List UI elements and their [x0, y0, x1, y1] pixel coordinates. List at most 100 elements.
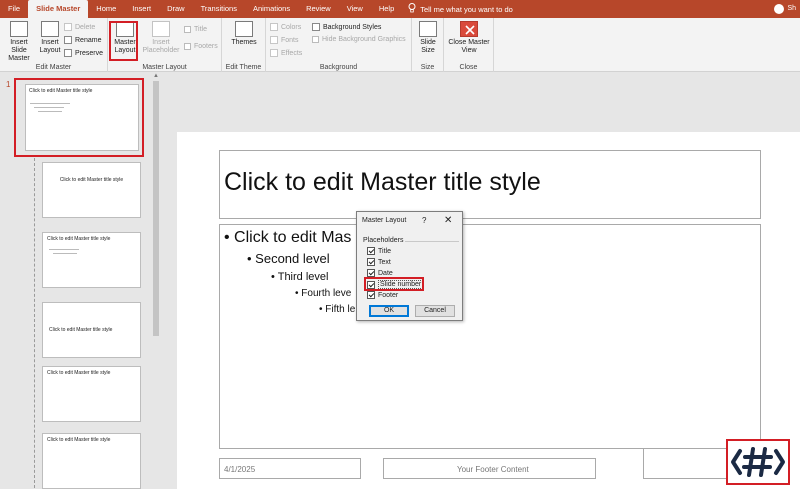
bullet-level-2: • Second level	[247, 251, 330, 266]
thumbnail-text-line	[34, 107, 64, 108]
close-master-view-button[interactable]: Close Master View	[448, 21, 490, 55]
group-label-close: Close	[459, 64, 478, 71]
tab-insert[interactable]: Insert	[124, 0, 159, 18]
tab-slide-master[interactable]: Slide Master	[28, 0, 89, 18]
insert-placeholder-button[interactable]: Insert Placeholder	[142, 21, 180, 55]
master-slide-thumbnail[interactable]: Click to edit Master title style	[25, 84, 139, 151]
themes-button[interactable]: Themes	[228, 21, 260, 47]
bullet-level-3: • Third level	[271, 271, 329, 283]
bullet-level-5: • Fifth le	[319, 304, 356, 315]
layout-connector-line	[34, 158, 35, 488]
tab-draw[interactable]: Draw	[159, 0, 193, 18]
rename-icon	[64, 36, 72, 44]
delete-button[interactable]: Delete	[64, 23, 95, 31]
checkbox-checked-icon	[367, 258, 375, 266]
tab-home[interactable]: Home	[88, 0, 124, 18]
thumbnail-number: 1	[6, 80, 11, 89]
colors-icon	[270, 23, 278, 31]
avatar	[774, 4, 785, 14]
thumbnail-text-line	[30, 103, 70, 104]
thumbnail-text-line	[38, 111, 62, 112]
insert-slide-master-icon	[10, 21, 28, 37]
thumbnail-title: Click to edit Master title style	[29, 88, 93, 94]
bullet-level-4: • Fourth leve	[295, 288, 352, 299]
tab-help[interactable]: Help	[371, 0, 402, 18]
layout-thumbnail-content[interactable]: Click to edit Master title style	[42, 232, 141, 288]
layout-thumbnail-comparison[interactable]: Click to edit Master title style	[42, 433, 141, 489]
ribbon-tab-bar: File Slide Master Home Insert Draw Trans…	[0, 0, 800, 18]
tab-view[interactable]: View	[339, 0, 371, 18]
tab-animations[interactable]: Animations	[245, 0, 298, 18]
thumbnails-scrollbar[interactable]: ▲	[152, 73, 160, 489]
slide-size-icon	[419, 21, 437, 37]
title-checkbox[interactable]: Title	[184, 26, 207, 33]
themes-icon	[235, 21, 253, 37]
tell-me-label: Tell me what you want to do	[420, 4, 513, 14]
thumbnail-title: Click to edit Master title style	[47, 370, 111, 376]
group-size: Slide Size Size	[412, 18, 444, 72]
tab-review[interactable]: Review	[298, 0, 339, 18]
close-icon	[460, 21, 478, 37]
thumbnail-title: Click to edit Master title style	[47, 437, 111, 443]
checkbox-icon	[184, 26, 191, 33]
help-icon[interactable]: ?	[422, 216, 426, 225]
checkbox-icon	[312, 36, 319, 43]
tab-file[interactable]: File	[0, 0, 28, 18]
slide-title-text: Click to edit Master title style	[224, 168, 541, 196]
date-text: 4/1/2025	[224, 465, 256, 474]
text-checkbox[interactable]: Text	[367, 258, 391, 266]
title-checkbox[interactable]: Title	[367, 247, 391, 255]
checkbox-checked-icon	[367, 291, 375, 299]
group-edit-master: Insert Slide Master Insert Layout Delete…	[0, 18, 108, 72]
thumbnail-title: Click to edit Master title style	[59, 177, 124, 183]
ribbon: Insert Slide Master Insert Layout Delete…	[0, 18, 800, 72]
delete-icon	[64, 23, 72, 31]
colors-dropdown[interactable]: Colors	[270, 23, 301, 31]
background-styles-dropdown[interactable]: Background Styles	[312, 23, 381, 31]
scroll-up-icon[interactable]: ▲	[153, 73, 159, 79]
tell-me-box[interactable]: Tell me what you want to do	[402, 3, 513, 15]
background-styles-icon	[312, 23, 320, 31]
footer-text: Your Footer Content	[457, 465, 529, 474]
insert-slide-master-button[interactable]: Insert Slide Master	[2, 21, 36, 63]
layout-thumbnail-title[interactable]: Click to edit Master title style	[42, 162, 141, 218]
user-account[interactable]: Sh	[774, 0, 800, 18]
group-label-edit-master: Edit Master	[35, 64, 72, 71]
fonts-icon	[270, 36, 278, 44]
group-label-size: Size	[420, 64, 435, 71]
placeholders-section-label: Placeholders	[363, 237, 404, 244]
pin-icon	[64, 49, 72, 57]
dialog-title: Master Layout	[362, 217, 407, 224]
thumbnail-text-line	[53, 253, 77, 254]
slide-number-highlight	[364, 277, 424, 291]
slide-size-button[interactable]: Slide Size	[415, 21, 441, 55]
layout-thumbnail-section[interactable]: Click to edit Master title style	[42, 302, 141, 358]
insert-layout-button[interactable]: Insert Layout	[38, 21, 62, 55]
checkbox-checked-icon	[367, 269, 375, 277]
layout-thumbnail-two-content[interactable]: Click to edit Master title style	[42, 366, 141, 422]
group-label-edit-theme: Edit Theme	[225, 64, 262, 71]
close-icon[interactable]: ✕	[444, 215, 452, 226]
preserve-button[interactable]: Preserve	[64, 49, 103, 57]
effects-icon	[270, 49, 278, 57]
hide-background-graphics-checkbox[interactable]: Hide Background Graphics	[312, 36, 406, 43]
group-label-master-layout: Master Layout	[142, 64, 187, 71]
insert-placeholder-icon	[152, 21, 170, 37]
rename-button[interactable]: Rename	[64, 36, 101, 44]
group-label-background: Background	[319, 64, 358, 71]
footers-checkbox[interactable]: Footers	[184, 43, 218, 50]
tab-transitions[interactable]: Transitions	[193, 0, 245, 18]
effects-dropdown[interactable]: Effects	[270, 49, 302, 57]
scrollbar-thumb[interactable]	[153, 81, 159, 336]
date-checkbox[interactable]: Date	[367, 269, 393, 277]
group-close: Close Master View Close	[444, 18, 494, 72]
group-edit-theme: Themes Edit Theme	[222, 18, 266, 72]
group-background: Colors Fonts Effects Background Styles H…	[266, 18, 412, 72]
ok-button[interactable]: OK	[369, 305, 409, 317]
hash-logo-icon	[731, 447, 785, 477]
site-logo	[726, 439, 790, 485]
cancel-button[interactable]: Cancel	[415, 305, 455, 317]
checkbox-checked-icon	[367, 247, 375, 255]
footer-checkbox[interactable]: Footer	[367, 291, 398, 299]
fonts-dropdown[interactable]: Fonts	[270, 36, 299, 44]
